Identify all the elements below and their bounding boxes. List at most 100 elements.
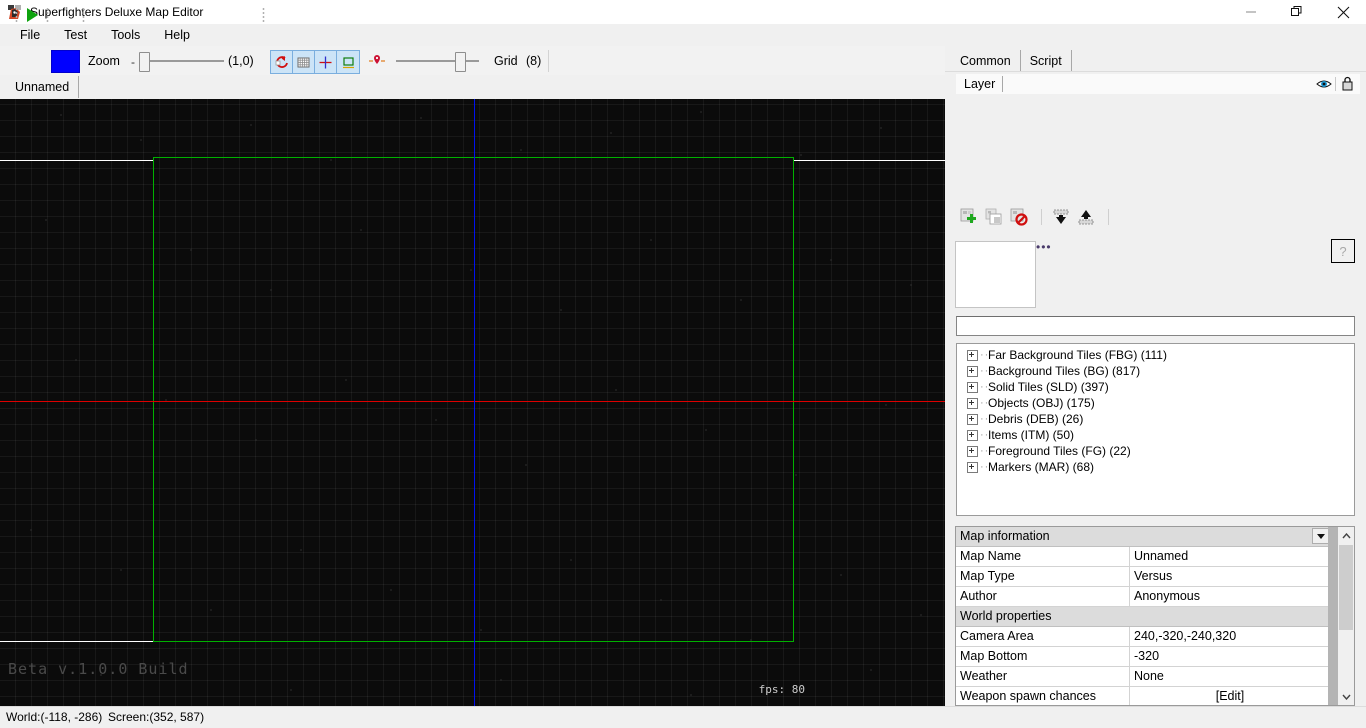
document-tab-unnamed[interactable]: Unnamed: [6, 76, 80, 98]
menu-item-tools[interactable]: Tools: [99, 25, 152, 46]
grid-slider-track[interactable]: [396, 60, 479, 62]
help-button[interactable]: ?: [1331, 239, 1355, 263]
property-grid[interactable]: Map information Map Name Unnamed Map Typ…: [955, 526, 1355, 706]
property-row-map-bottom[interactable]: Map Bottom -320: [956, 647, 1330, 667]
x-axis-line: [0, 401, 945, 402]
chevron-down-icon[interactable]: [1312, 528, 1329, 544]
eye-icon[interactable]: [1316, 76, 1332, 92]
tree-item-far-background-tiles[interactable]: ·· Far Background Tiles (FBG) (111): [967, 347, 1354, 363]
tree-item-label: Solid Tiles (SLD) (397): [988, 380, 1109, 394]
scrollbar-thumb[interactable]: [1339, 545, 1353, 630]
property-row-author[interactable]: Author Anonymous: [956, 587, 1330, 607]
y-axis-line: [474, 99, 475, 706]
property-row-camera-area[interactable]: Camera Area 240,-320,-240,320: [956, 627, 1330, 647]
toolbar-grip-3[interactable]: [82, 7, 85, 22]
tree-item-background-tiles[interactable]: ·· Background Tiles (BG) (817): [967, 363, 1354, 379]
window-title: Superfighters Deluxe Map Editor: [30, 5, 204, 19]
map-canvas[interactable]: Beta v.1.0.0 Build fps: 80: [0, 99, 945, 706]
snap-rotate-icon[interactable]: [271, 51, 293, 73]
tree-connector: ··: [980, 461, 990, 473]
property-name: Map Bottom: [956, 647, 1130, 666]
zoom-label: Zoom: [88, 54, 120, 68]
property-value[interactable]: 240,-320,-240,320: [1130, 627, 1330, 646]
tree-item-label: Background Tiles (BG) (817): [988, 364, 1141, 378]
layer-toolbar-separator-2: [1108, 209, 1109, 225]
right-panel-tabs: Common Script: [951, 50, 1072, 71]
zoom-value-label: (1,0): [228, 54, 254, 68]
move-layer-up-icon[interactable]: [1075, 206, 1097, 228]
layer-toolbar-separator-1: [1041, 209, 1042, 225]
property-name: Map Name: [956, 547, 1130, 566]
palette-preview-box[interactable]: [955, 241, 1036, 308]
close-button[interactable]: [1320, 0, 1366, 24]
property-value[interactable]: Unnamed: [1130, 547, 1330, 566]
property-row-map-name[interactable]: Map Name Unnamed: [956, 547, 1330, 567]
restore-button[interactable]: [1274, 0, 1320, 24]
property-value[interactable]: Anonymous: [1130, 587, 1330, 606]
expand-plus-icon[interactable]: [967, 397, 978, 409]
asset-tree[interactable]: ·· Far Background Tiles (FBG) (111) ·· B…: [956, 343, 1355, 516]
property-row-weapon-spawn-chances[interactable]: Weapon spawn chances [Edit]: [956, 687, 1330, 705]
expand-plus-icon[interactable]: [967, 365, 978, 377]
property-row-weather[interactable]: Weather None: [956, 528, 1330, 687]
zoom-slider-track[interactable]: [141, 60, 224, 62]
toolbar-grip-2[interactable]: [46, 7, 49, 22]
expand-plus-icon[interactable]: [967, 413, 978, 425]
grid-icon[interactable]: [293, 51, 315, 73]
expand-plus-icon[interactable]: [967, 381, 978, 393]
crosshair-icon[interactable]: [315, 51, 337, 73]
scroll-up-icon[interactable]: [1338, 527, 1354, 544]
property-value[interactable]: -320: [1130, 647, 1330, 666]
expand-plus-icon[interactable]: [967, 429, 978, 441]
expand-plus-icon[interactable]: [967, 461, 978, 473]
toolbar-grip-4[interactable]: [262, 7, 265, 22]
tab-script[interactable]: Script: [1021, 50, 1072, 71]
run-test-button[interactable]: [22, 5, 42, 24]
move-layer-down-icon[interactable]: [1050, 206, 1072, 228]
map-pin-icon[interactable]: [368, 52, 386, 70]
menu-item-help[interactable]: Help: [152, 25, 202, 46]
minimize-button[interactable]: [1228, 0, 1274, 24]
tree-item-markers[interactable]: ·· Markers (MAR) (68): [967, 459, 1354, 475]
map-editor-window: Superfighters Deluxe Map Editor File Tes…: [0, 0, 1366, 728]
property-grid-scrollbar[interactable]: [1338, 527, 1354, 705]
property-value[interactable]: None: [1130, 667, 1330, 686]
add-layer-icon[interactable]: [958, 206, 980, 228]
rectangle-icon[interactable]: [337, 51, 359, 73]
palette-more-dots[interactable]: •••: [1036, 240, 1052, 254]
tree-item-label: Foreground Tiles (FG) (22): [988, 444, 1131, 458]
layer-list[interactable]: [956, 94, 1360, 209]
delete-layer-icon[interactable]: [1008, 206, 1030, 228]
zoom-slider-thumb[interactable]: [139, 52, 150, 72]
document-tab-strip: Unnamed: [0, 75, 945, 99]
tree-item-items[interactable]: ·· Items (ITM) (50): [967, 427, 1354, 443]
color-swatch-button[interactable]: [51, 50, 80, 73]
scroll-down-icon[interactable]: [1338, 688, 1354, 705]
search-input[interactable]: [956, 316, 1355, 336]
property-row-map-type[interactable]: Map Type Versus: [956, 528, 1330, 587]
fps-label: fps: 80: [758, 683, 805, 696]
duplicate-layer-icon[interactable]: [983, 206, 1005, 228]
tree-item-label: Markers (MAR) (68): [988, 460, 1095, 474]
title-bar: Superfighters Deluxe Map Editor: [0, 0, 1366, 24]
menu-item-file[interactable]: File: [8, 25, 52, 46]
lock-icon[interactable]: [1341, 76, 1354, 91]
expand-plus-icon[interactable]: [967, 349, 978, 361]
beta-version-label: Beta v.1.0.0 Build: [8, 660, 189, 678]
tree-item-label: Items (ITM) (50): [988, 428, 1074, 442]
menu-item-test[interactable]: Test: [52, 25, 99, 46]
property-category-row: World properties: [956, 607, 1330, 627]
tree-item-objects[interactable]: ·· Objects (OBJ) (175): [967, 395, 1354, 411]
tree-item-debris[interactable]: ·· Debris (DEB) (26): [967, 411, 1354, 427]
toolbar-grip-1[interactable]: [15, 7, 18, 22]
property-value[interactable]: Versus: [1130, 567, 1330, 586]
tree-connector: ··: [980, 397, 990, 409]
tree-item-solid-tiles[interactable]: ·· Solid Tiles (SLD) (397): [967, 379, 1354, 395]
expand-plus-icon[interactable]: [967, 445, 978, 457]
zoom-minus-label: -: [131, 55, 135, 69]
property-grid-gutter: [1328, 527, 1338, 705]
tab-common[interactable]: Common: [951, 50, 1021, 71]
property-value-edit-link[interactable]: [Edit]: [1130, 687, 1330, 705]
grid-slider-thumb[interactable]: [455, 52, 466, 72]
tree-item-foreground-tiles[interactable]: ·· Foreground Tiles (FG) (22): [967, 443, 1354, 459]
